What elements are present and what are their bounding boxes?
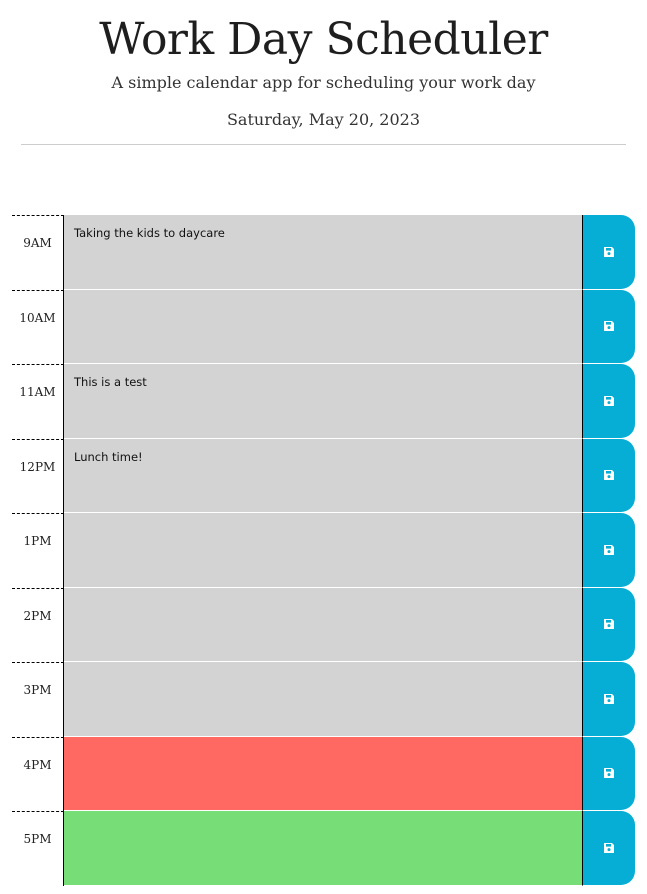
save-icon [603,246,615,258]
current-date: Saturday, May 20, 2023 [226,110,421,129]
time-block-row: 5PM [12,811,635,886]
event-description-input[interactable] [64,811,583,886]
time-block-row: 1PM [12,513,635,588]
time-block-row: 2PM [12,587,635,662]
hour-label: 12PM [12,438,64,513]
save-button[interactable] [583,736,635,810]
time-block-row: 9AM Taking the kids to daycare [12,215,635,290]
save-button[interactable] [583,662,635,736]
hour-label: 5PM [12,811,64,886]
event-description-input[interactable]: Taking the kids to daycare [64,215,583,290]
time-block-row: 10AM [12,289,635,364]
save-button[interactable] [583,811,635,885]
hour-label: 2PM [12,587,64,662]
time-block-row: 3PM [12,662,635,737]
save-icon [603,618,615,630]
event-description-input[interactable]: Lunch time! [64,438,583,513]
save-icon [603,544,615,556]
time-block-row: 12PM Lunch time! [12,438,635,513]
save-icon [603,767,615,779]
save-icon [603,320,615,332]
time-block-row: 11AM This is a test [12,364,635,439]
save-button[interactable] [583,587,635,661]
save-button[interactable] [583,289,635,363]
schedule-container: 9AM Taking the kids to daycare 10AM 11AM Thi… [12,215,635,886]
event-description-input[interactable]: This is a test [64,364,583,439]
hour-label: 10AM [12,289,64,364]
header-divider [21,144,626,145]
hour-label: 4PM [12,736,64,811]
page-subtitle: A simple calendar app for scheduling you… [111,73,536,92]
hour-label: 1PM [12,513,64,588]
time-block-row: 4PM [12,736,635,811]
event-description-input[interactable] [64,587,583,662]
save-button[interactable] [583,215,635,289]
save-icon [603,693,615,705]
page-title: Work Day Scheduler [99,14,548,65]
save-icon [603,395,615,407]
event-description-input[interactable] [64,662,583,737]
save-button[interactable] [583,438,635,512]
save-button[interactable] [583,364,635,438]
event-description-input[interactable] [64,289,583,364]
hour-label: 11AM [12,364,64,439]
save-button[interactable] [583,513,635,587]
save-icon [603,842,615,854]
hour-label: 3PM [12,662,64,737]
hour-label: 9AM [12,215,64,290]
event-description-input[interactable] [64,736,583,811]
save-icon [603,469,615,481]
event-description-input[interactable] [64,513,583,588]
